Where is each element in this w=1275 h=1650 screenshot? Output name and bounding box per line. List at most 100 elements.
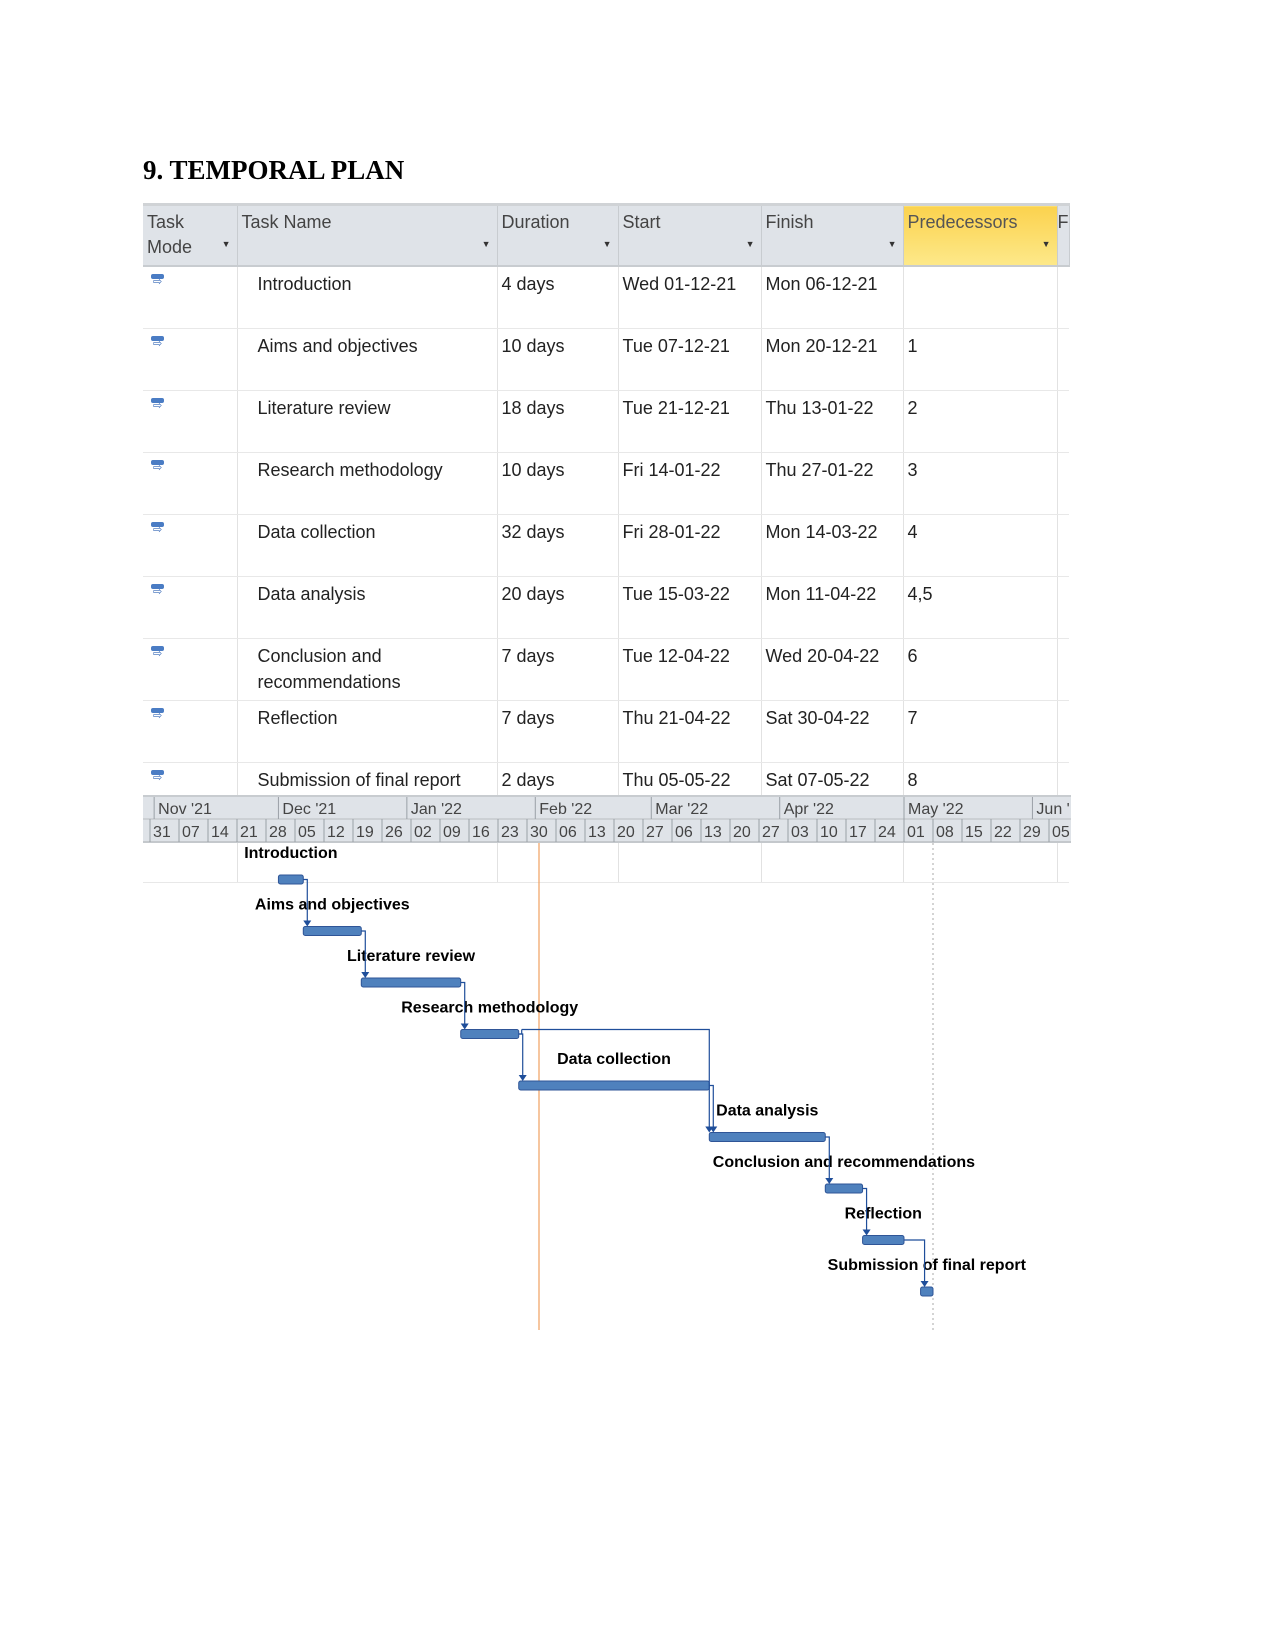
table-row[interactable]: Conclusion and recommendations 7 days Tu… <box>143 638 1069 701</box>
week-label: 19 <box>356 824 374 841</box>
duration-cell[interactable]: 32 days <box>497 514 619 577</box>
month-label: Jan '22 <box>411 801 462 818</box>
task-bar-label: Reflection <box>845 1206 922 1223</box>
task-mode-cell[interactable] <box>143 700 238 763</box>
task-mode-cell[interactable] <box>143 576 238 639</box>
column-header-task-name[interactable]: Task Name ▼ <box>237 203 498 267</box>
task-name-cell[interactable]: Conclusion and recommendations <box>237 638 498 701</box>
week-label: 09 <box>443 824 461 841</box>
start-cell[interactable]: Tue 12-04-22 <box>618 638 762 701</box>
duration-cell[interactable]: 10 days <box>497 328 619 391</box>
column-header-task-mode[interactable]: Task Mode ▼ <box>143 203 238 267</box>
week-label: 14 <box>211 824 229 841</box>
finish-cell[interactable]: Wed 20-04-22 <box>761 638 904 701</box>
finish-cell[interactable]: Mon 14-03-22 <box>761 514 904 577</box>
predecessors-cell[interactable]: 7 <box>903 700 1058 763</box>
dropdown-arrow-icon[interactable]: ▼ <box>482 232 491 257</box>
week-label: 26 <box>385 824 403 841</box>
column-header-finish[interactable]: Finish ▼ <box>761 203 904 267</box>
gantt-chart: Nov '21 Dec '21 Jan '22 Feb '22 Mar '22 Apr '… <box>143 795 1071 1330</box>
predecessors-cell[interactable]: 3 <box>903 452 1058 515</box>
predecessors-cell[interactable]: 1 <box>903 328 1058 391</box>
task-mode-cell[interactable] <box>143 638 238 701</box>
duration-cell[interactable]: 7 days <box>497 700 619 763</box>
table-row[interactable]: Reflection 7 days Thu 21-04-22 Sat 30-04… <box>143 700 1069 763</box>
task-name-cell[interactable]: Research methodology <box>237 452 498 515</box>
duration-cell[interactable]: 10 days <box>497 452 619 515</box>
partial-cell <box>1057 576 1069 639</box>
task-bar <box>518 1080 710 1091</box>
month-label: Apr '22 <box>784 801 834 818</box>
month-label: Mar '22 <box>655 801 708 818</box>
predecessors-cell[interactable] <box>903 266 1058 329</box>
task-bar-label: Data collection <box>557 1051 671 1068</box>
column-header-duration[interactable]: Duration ▼ <box>497 203 619 267</box>
task-name-cell[interactable]: Reflection <box>237 700 498 763</box>
task-mode-cell[interactable] <box>143 328 238 391</box>
task-name-cell[interactable]: Aims and objectives <box>237 328 498 391</box>
link-arrow-icon <box>518 1075 527 1081</box>
start-cell[interactable]: Fri 28-01-22 <box>618 514 762 577</box>
finish-cell[interactable]: Mon 06-12-21 <box>761 266 904 329</box>
finish-cell[interactable]: Sat 30-04-22 <box>761 700 904 763</box>
start-cell[interactable]: Wed 01-12-21 <box>618 266 762 329</box>
link-arrow-icon <box>825 1178 834 1184</box>
dropdown-arrow-icon[interactable]: ▼ <box>888 232 897 257</box>
task-bar <box>708 1132 826 1142</box>
week-label: 17 <box>849 824 867 841</box>
table-row[interactable]: Literature review 18 days Tue 21-12-21 T… <box>143 390 1069 453</box>
auto-scheduled-task-icon <box>151 770 165 786</box>
predecessors-cell[interactable]: 4,5 <box>903 576 1058 639</box>
table-row[interactable]: Aims and objectives 10 days Tue 07-12-21… <box>143 328 1069 391</box>
duration-cell[interactable]: 7 days <box>497 638 619 701</box>
task-name-cell[interactable]: Data collection <box>237 514 498 577</box>
week-label: 01 <box>907 824 925 841</box>
start-cell[interactable]: Fri 14-01-22 <box>618 452 762 515</box>
section-heading: 9. TEMPORAL PLAN <box>143 155 405 185</box>
dropdown-arrow-icon[interactable]: ▼ <box>746 232 755 257</box>
task-mode-cell[interactable] <box>143 390 238 453</box>
task-name-cell[interactable]: Introduction <box>237 266 498 329</box>
finish-cell[interactable]: Mon 20-12-21 <box>761 328 904 391</box>
finish-cell[interactable]: Thu 27-01-22 <box>761 452 904 515</box>
task-bar <box>460 1029 520 1039</box>
link-arrow-icon <box>862 1229 871 1236</box>
start-cell[interactable]: Tue 21-12-21 <box>618 390 762 453</box>
column-header-predecessors[interactable]: Predecessors ▼ <box>903 203 1058 267</box>
auto-scheduled-task-icon <box>151 708 165 724</box>
table-row[interactable]: Data analysis 20 days Tue 15-03-22 Mon 1… <box>143 576 1069 639</box>
dropdown-arrow-icon[interactable]: ▼ <box>222 232 231 257</box>
predecessors-cell[interactable]: 6 <box>903 638 1058 701</box>
task-name-cell[interactable]: Data analysis <box>237 576 498 639</box>
column-header-partial[interactable]: F <box>1057 203 1070 267</box>
week-label: 21 <box>240 824 258 841</box>
partial-cell <box>1057 452 1069 515</box>
duration-cell[interactable]: 20 days <box>497 576 619 639</box>
week-label: 22 <box>994 824 1012 841</box>
auto-scheduled-task-icon <box>151 584 165 600</box>
start-cell[interactable]: Thu 21-04-22 <box>618 700 762 763</box>
finish-cell[interactable]: Mon 11-04-22 <box>761 576 904 639</box>
start-cell[interactable]: Tue 07-12-21 <box>618 328 762 391</box>
dependency-link <box>518 1033 524 1080</box>
week-label: 13 <box>588 824 606 841</box>
table-row[interactable]: Research methodology 10 days Fri 14-01-2… <box>143 452 1069 515</box>
duration-cell[interactable]: 18 days <box>497 390 619 453</box>
column-header-start[interactable]: Start ▼ <box>618 203 762 267</box>
task-bar <box>302 926 362 936</box>
task-mode-cell[interactable] <box>143 266 238 329</box>
table-row[interactable]: Data collection 32 days Fri 28-01-22 Mon… <box>143 514 1069 577</box>
start-cell[interactable]: Tue 15-03-22 <box>618 576 762 639</box>
auto-scheduled-task-icon <box>151 522 165 538</box>
predecessors-cell[interactable]: 4 <box>903 514 1058 577</box>
task-mode-cell[interactable] <box>143 452 238 515</box>
task-name-cell[interactable]: Literature review <box>237 390 498 453</box>
predecessors-cell[interactable]: 2 <box>903 390 1058 453</box>
table-row[interactable]: Introduction 4 days Wed 01-12-21 Mon 06-… <box>143 266 1069 329</box>
duration-cell[interactable]: 4 days <box>497 266 619 329</box>
auto-scheduled-task-icon <box>151 336 165 352</box>
finish-cell[interactable]: Thu 13-01-22 <box>761 390 904 453</box>
task-mode-cell[interactable] <box>143 514 238 577</box>
dropdown-arrow-icon[interactable]: ▼ <box>603 232 612 257</box>
dropdown-arrow-icon[interactable]: ▼ <box>1042 232 1051 257</box>
